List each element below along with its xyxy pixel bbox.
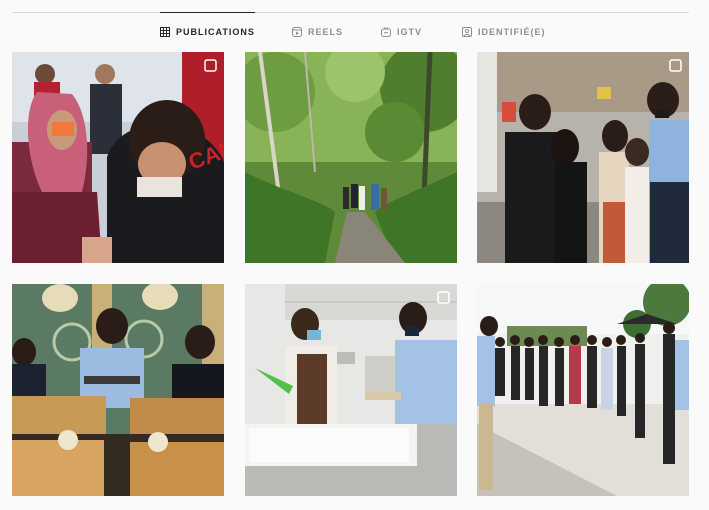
tab-tagged-label: IDENTIFIÉ(E): [478, 27, 546, 37]
post-image-4: [12, 284, 224, 496]
tab-publications-label: PUBLICATIONS: [176, 27, 255, 37]
tagged-icon: [462, 27, 472, 37]
tab-reels-label: REELS: [308, 27, 344, 37]
tab-reels[interactable]: REELS: [292, 13, 343, 51]
reels-icon: [292, 27, 302, 37]
post-image-5: [245, 284, 457, 496]
profile-tabs: PUBLICATIONS REELS IGTV IDENTIFIÉ(E): [0, 12, 709, 51]
post-tile-2[interactable]: [245, 52, 457, 263]
tab-tagged[interactable]: IDENTIFIÉ(E): [462, 13, 546, 51]
multi-post-icon: [669, 59, 682, 72]
post-tile-3[interactable]: [477, 52, 689, 263]
grid-icon: [160, 27, 170, 37]
post-image-2: [245, 52, 457, 263]
multi-post-icon: [204, 59, 217, 72]
post-tile-6[interactable]: [477, 284, 689, 496]
post-tile-1[interactable]: CAN: [12, 52, 224, 263]
post-tile-5[interactable]: [245, 284, 457, 496]
tab-publications[interactable]: PUBLICATIONS: [160, 12, 255, 51]
post-image-3: [477, 52, 689, 263]
igtv-icon: [381, 27, 391, 37]
post-image-1: CAN: [12, 52, 224, 263]
post-image-6: [477, 284, 689, 496]
tab-igtv[interactable]: IGTV: [381, 13, 422, 51]
post-tile-4[interactable]: [12, 284, 224, 496]
tab-igtv-label: IGTV: [397, 27, 423, 37]
multi-post-icon: [437, 291, 450, 304]
